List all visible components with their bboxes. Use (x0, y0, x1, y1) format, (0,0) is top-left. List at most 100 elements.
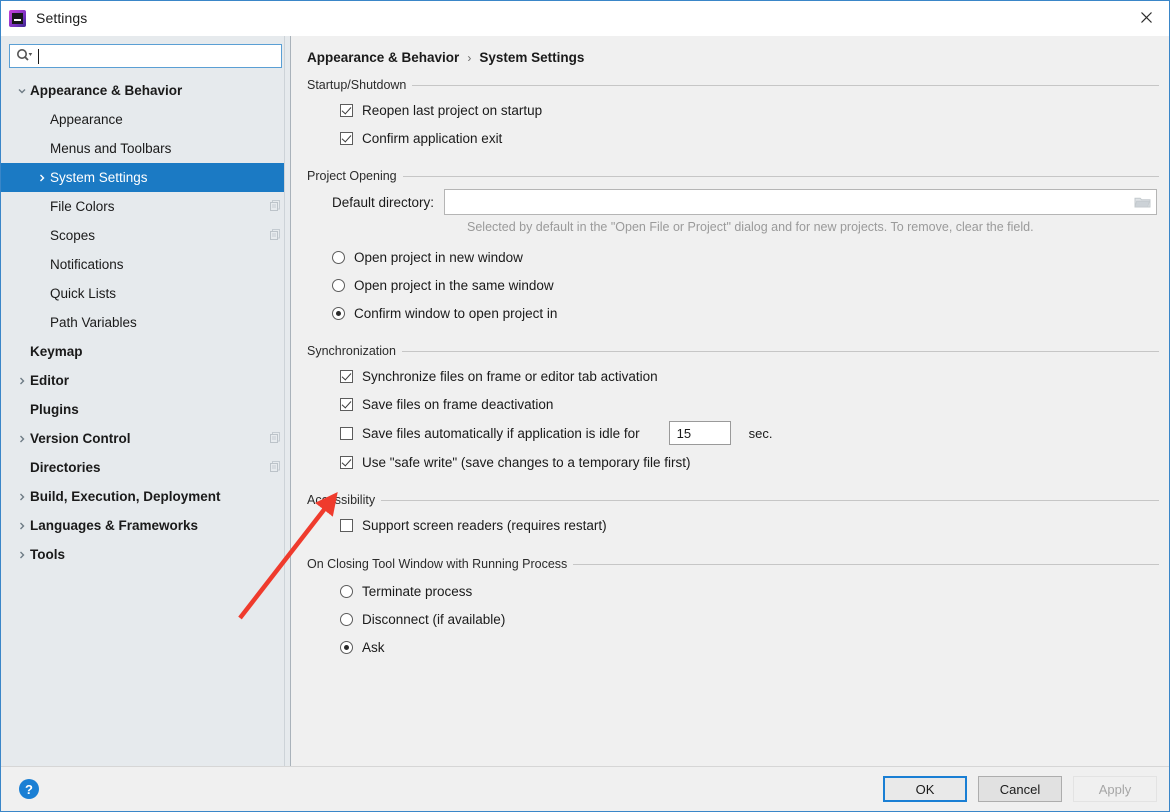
group-body: Reopen last project on startup Confirm a… (307, 96, 1159, 152)
sidebar-item-tools[interactable]: Tools (1, 540, 290, 569)
settings-sidebar: Appearance & Behavior Appearance Menus and… (1, 36, 291, 766)
open-same-window-radio[interactable] (332, 278, 345, 292)
ok-button[interactable]: OK (883, 776, 967, 802)
reopen-last-project-label: Reopen last project on startup (362, 102, 543, 118)
chevron-right-icon[interactable] (14, 376, 30, 386)
copy-settings-icon[interactable] (269, 199, 282, 215)
sidebar-item-languages-frameworks[interactable]: Languages & Frameworks (1, 511, 290, 540)
default-directory-input[interactable] (444, 189, 1157, 215)
group-title-closing-tool-window: On Closing Tool Window with Running Proc… (307, 557, 568, 571)
sync-on-activation-row[interactable]: Synchronize files on frame or editor tab… (340, 362, 1159, 390)
sync-on-activation-checkbox[interactable] (340, 369, 353, 383)
ask-label: Ask (362, 639, 385, 655)
group-project-opening: Project Opening Default directory: Selec… (299, 169, 1159, 327)
copy-settings-icon[interactable] (269, 431, 282, 447)
sidebar-item-path-variables[interactable]: Path Variables (1, 308, 290, 337)
default-directory-row: Default directory: (307, 187, 1159, 217)
copy-settings-icon[interactable] (269, 460, 282, 476)
sidebar-scrollbar[interactable] (284, 36, 290, 766)
sidebar-item-label: File Colors (50, 199, 115, 214)
title-bar: Settings (1, 1, 1169, 36)
chevron-right-icon[interactable] (14, 521, 30, 531)
sidebar-item-label: System Settings (50, 170, 148, 185)
chevron-right-icon[interactable] (34, 173, 50, 183)
help-question-icon[interactable]: ? (19, 779, 39, 799)
open-new-window-radio[interactable] (332, 250, 345, 264)
save-on-deactivation-row[interactable]: Save files on frame deactivation (340, 390, 1159, 418)
sidebar-item-build-execution-deployment[interactable]: Build, Execution, Deployment (1, 482, 290, 511)
sidebar-item-system-settings[interactable]: System Settings (1, 163, 290, 192)
chevron-right-icon[interactable] (14, 492, 30, 502)
confirm-window-radio[interactable] (332, 306, 345, 320)
chevron-down-icon[interactable] (14, 86, 30, 96)
sidebar-item-menus-and-toolbars[interactable]: Menus and Toolbars (1, 134, 290, 163)
idle-seconds-value: 15 (676, 425, 692, 441)
terminate-process-radio[interactable] (340, 584, 353, 598)
dialog-body: Appearance & Behavior Appearance Menus and… (1, 36, 1169, 766)
screen-readers-checkbox[interactable] (340, 518, 353, 532)
sidebar-item-appearance[interactable]: Appearance (1, 105, 290, 134)
close-icon[interactable] (1123, 1, 1169, 34)
idle-seconds-input[interactable]: 15 (668, 421, 731, 445)
radio-row-confirm-window[interactable]: Confirm window to open project in (332, 299, 1159, 327)
save-on-deactivation-checkbox[interactable] (340, 397, 353, 411)
group-title-startup: Startup/Shutdown (307, 78, 407, 92)
sidebar-item-appearance-behavior[interactable]: Appearance & Behavior (1, 76, 290, 105)
search-input[interactable] (9, 44, 282, 68)
default-directory-hint: Selected by default in the "Open File or… (467, 220, 1034, 234)
breadcrumb-separator-icon: › (467, 50, 472, 65)
radio-row-disconnect[interactable]: Disconnect (if available) (340, 605, 1159, 633)
sidebar-item-label: Version Control (30, 431, 131, 446)
confirm-exit-checkbox[interactable] (340, 131, 353, 145)
group-divider (401, 350, 1159, 352)
sidebar-item-editor[interactable]: Editor (1, 366, 290, 395)
sidebar-item-label: Appearance & Behavior (30, 83, 183, 98)
save-idle-checkbox[interactable] (340, 426, 353, 440)
confirm-exit-row[interactable]: Confirm application exit (340, 124, 1159, 152)
group-synchronization: Synchronization Synchronize files on fra… (299, 344, 1159, 476)
sidebar-item-keymap[interactable]: Keymap (1, 337, 290, 366)
breadcrumb-parent[interactable]: Appearance & Behavior (307, 50, 459, 65)
radio-row-open-same-window[interactable]: Open project in the same window (332, 271, 1159, 299)
settings-tree[interactable]: Appearance & Behavior Appearance Menus and… (1, 74, 290, 766)
sidebar-item-quick-lists[interactable]: Quick Lists (1, 279, 290, 308)
ask-radio[interactable] (340, 640, 353, 654)
sidebar-item-notifications[interactable]: Notifications (1, 250, 290, 279)
sidebar-item-scopes[interactable]: Scopes (1, 221, 290, 250)
sidebar-item-label: Quick Lists (50, 286, 117, 301)
open-new-window-label: Open project in new window (354, 249, 523, 265)
safe-write-checkbox[interactable] (340, 455, 353, 469)
reopen-last-project-checkbox[interactable] (340, 103, 353, 117)
save-idle-row[interactable]: Save files automatically if application … (340, 418, 1159, 448)
safe-write-row[interactable]: Use "safe write" (save changes to a temp… (340, 448, 1159, 476)
confirm-window-label: Confirm window to open project in (354, 305, 558, 321)
sidebar-item-label: Path Variables (50, 315, 137, 330)
radio-row-ask[interactable]: Ask (340, 633, 1159, 661)
chevron-right-icon[interactable] (14, 550, 30, 560)
dialog-footer: ? OK Cancel Apply (1, 766, 1169, 811)
sidebar-item-file-colors[interactable]: File Colors (1, 192, 290, 221)
group-divider (402, 175, 1159, 177)
sidebar-item-label: Directories (30, 460, 101, 475)
group-header: Project Opening (307, 169, 1159, 183)
copy-settings-icon[interactable] (269, 228, 282, 244)
sidebar-item-version-control[interactable]: Version Control (1, 424, 290, 453)
group-body: Synchronize files on frame or editor tab… (307, 362, 1159, 476)
screen-readers-row[interactable]: Support screen readers (requires restart… (340, 511, 1159, 539)
chevron-right-icon[interactable] (14, 434, 30, 444)
group-header: Startup/Shutdown (307, 78, 1159, 92)
reopen-last-project-row[interactable]: Reopen last project on startup (340, 96, 1159, 124)
folder-icon[interactable] (1130, 190, 1154, 214)
radio-row-terminate-process[interactable]: Terminate process (340, 577, 1159, 605)
group-body: Terminate process Disconnect (if availab… (307, 577, 1159, 661)
safe-write-label: Use "safe write" (save changes to a temp… (362, 454, 691, 470)
sidebar-item-label: Scopes (50, 228, 96, 243)
cancel-button[interactable]: Cancel (978, 776, 1062, 802)
sidebar-item-directories[interactable]: Directories (1, 453, 290, 482)
group-divider (573, 563, 1159, 565)
project-opening-radio-group: Open project in new window Open project … (307, 243, 1159, 327)
radio-row-open-new-window[interactable]: Open project in new window (332, 243, 1159, 271)
terminate-process-label: Terminate process (362, 583, 473, 599)
sidebar-item-plugins[interactable]: Plugins (1, 395, 290, 424)
disconnect-radio[interactable] (340, 612, 353, 626)
